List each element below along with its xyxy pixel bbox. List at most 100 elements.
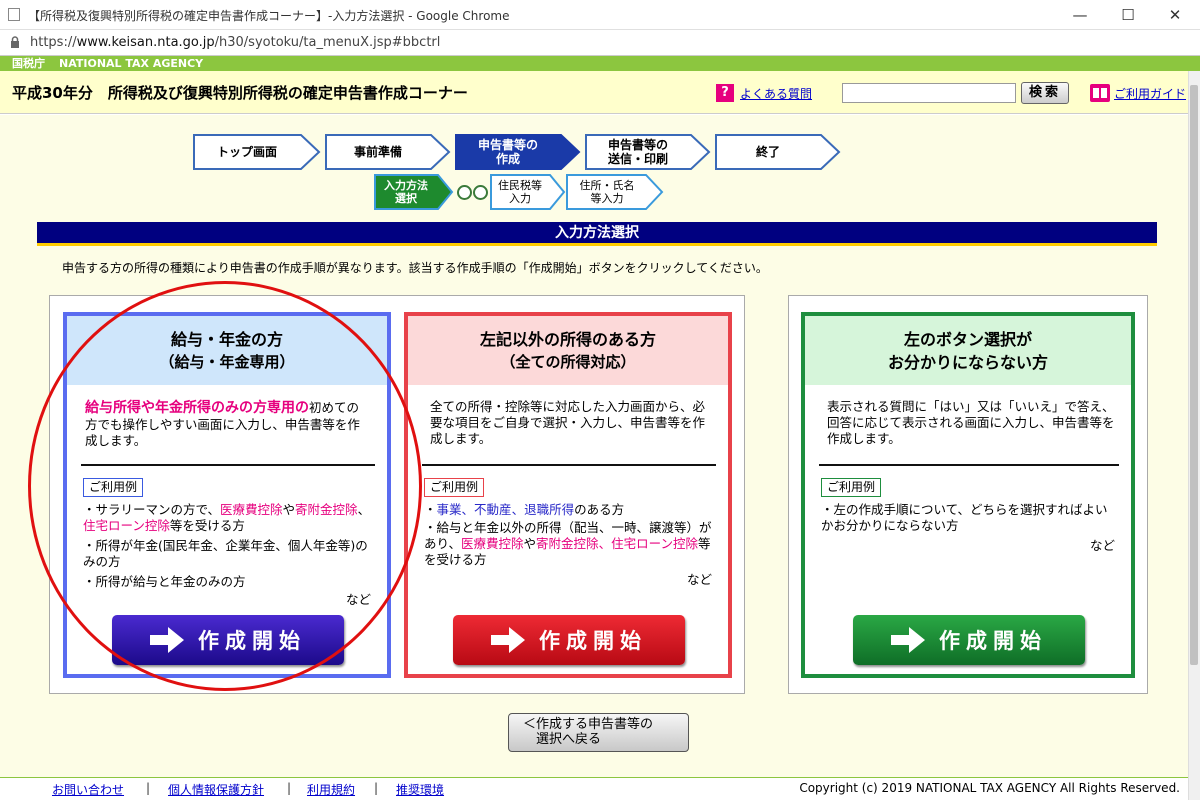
card-other-description: 全ての所得・控除等に対応した入力画面から、必要な項目をご自身で選択・入力し、申告… [430, 399, 706, 446]
faq-link[interactable]: よくある質問 [740, 85, 812, 102]
retirement-income-text: 退職所得 [524, 502, 575, 517]
step-preparation-label: 事前準備 [353, 145, 402, 159]
usage-example-tag: ご利用例 [83, 478, 144, 497]
housing-loan-deduction-text: 住宅ローン控除 [83, 518, 170, 533]
card-salary-title: 給与・年金の方 [170, 329, 283, 349]
card-salary-desc-highlight: 給与所得や年金所得のみの方専用の [85, 400, 309, 416]
step-create-label: 申告書等の 作成 [477, 138, 538, 166]
address-bar[interactable]: https://www.keisan.nta.go.jp/h30/syotoku… [0, 30, 1200, 56]
lock-icon [11, 36, 19, 48]
bullet-text: 等を受ける方 [169, 518, 245, 533]
step-finish: 終了 [715, 134, 841, 170]
terms-link[interactable]: 利用規約 [307, 781, 355, 798]
card-other-title: 左記以外の所得のある方 [479, 329, 656, 349]
agency-bar: 国税庁 NATIONAL TAX AGENCY [0, 56, 1200, 71]
step-finish-label: 終了 [755, 145, 780, 159]
bullet-text: 、 [357, 502, 371, 517]
card-salary-example-3: ・所得が給与と年金のみの方 [83, 574, 246, 589]
contact-link[interactable]: お問い合わせ [52, 781, 124, 798]
step-preparation[interactable]: 事前準備 [325, 134, 451, 170]
card-salary-example-1: ・サラリーマンの方で、医療費控除や寄附金控除、住宅ローン控除等を受ける方 [83, 502, 375, 534]
instruction-text: 申告する方の所得の種類により申告書の作成手順が異なります。該当する作成手順の「作… [62, 261, 768, 275]
card-other-income: 左記以外の所得のある方 （全ての所得対応） 全ての所得・控除等に対応した入力画面… [404, 312, 732, 678]
card-unsure-etc: など [1089, 538, 1115, 553]
user-guide-link[interactable]: ご利用ガイド [1114, 85, 1186, 102]
medical-deduction-text: 医療費控除 [461, 536, 524, 551]
bullet-text: ・サラリーマンの方で、 [83, 502, 221, 517]
card-salary-header: 給与・年金の方 （給与・年金専用） [67, 316, 387, 385]
bullet-text: のある方 [574, 502, 625, 517]
card-unsure-title-2: お分かりにならない方 [887, 352, 1048, 372]
substep-resident-tax: 住民税等 入力 [490, 174, 566, 210]
start-button-unsure[interactable]: 作成開始 [853, 615, 1085, 665]
start-button-salary[interactable]: 作成開始 [112, 615, 344, 665]
usage-example-tag: ご利用例 [424, 478, 485, 497]
bullet-text: 、 [461, 502, 475, 517]
search-input[interactable] [842, 83, 1016, 103]
step-top[interactable]: トップ画面 [193, 134, 321, 170]
card-other-subtitle: （全ての所得対応） [500, 352, 636, 371]
minimize-button[interactable]: — [1065, 4, 1095, 26]
medical-deduction-text: 医療費控除 [220, 502, 283, 517]
copyright-text: Copyright (c) 2019 NATIONAL TAX AGENCY A… [799, 781, 1180, 795]
step-send-print: 申告書等の 送信・印刷 [585, 134, 711, 170]
bullet-text: 、 [511, 502, 525, 517]
back-button[interactable]: ＜作成する申告書等の 選択へ戻る [508, 713, 689, 752]
start-button-label: 作成開始 [539, 629, 647, 653]
bullet-text: や [523, 536, 537, 551]
footer-separator: | [287, 781, 292, 795]
card-other-example-1: ・事業、不動産、退職所得のある方 [424, 502, 716, 518]
close-button[interactable]: ✕ [1160, 4, 1190, 26]
arrow-right-icon [891, 627, 925, 653]
arrow-right-icon [150, 627, 184, 653]
recommended-env-link[interactable]: 推奨環境 [396, 781, 444, 798]
substep-circle-icon [457, 185, 472, 200]
start-button-label: 作成開始 [939, 629, 1047, 653]
divider [819, 464, 1119, 466]
agency-name-en: NATIONAL TAX AGENCY [59, 57, 204, 70]
bullet-text: や [282, 502, 296, 517]
question-icon: ? [716, 84, 734, 102]
start-button-other[interactable]: 作成開始 [453, 615, 685, 665]
footer-separator: | [146, 781, 151, 795]
housing-loan-deduction-text: 住宅ローン控除 [611, 536, 698, 551]
bullet-text: 、 [598, 536, 612, 551]
substep-address: 住所・氏名 等入力 [566, 174, 664, 210]
card-unsure-title-1: 左のボタン選択が [903, 329, 1032, 349]
substep-input-method: 入力方法 選択 [374, 174, 454, 210]
card-salary-description: 給与所得や年金所得のみの方専用の初めての方でも操作しやすい画面に入力し、申告書等… [85, 399, 367, 449]
business-income-text: 事業 [436, 502, 462, 517]
usage-example-tag: ご利用例 [821, 478, 882, 497]
divider [422, 464, 716, 466]
book-icon [1090, 84, 1110, 102]
donation-deduction-text: 寄附金控除 [536, 536, 599, 551]
page-title: 平成30年分 所得税及び復興特別所得税の確定申告書作成コーナー [12, 84, 468, 102]
card-salary-subtitle: （給与・年金専用） [159, 352, 295, 371]
card-other-header: 左記以外の所得のある方 （全ての所得対応） [408, 316, 728, 385]
card-salary-etc: など [345, 592, 371, 607]
scrollbar-thumb[interactable] [1190, 85, 1198, 665]
card-salary-example-2: ・所得が年金(国民年金、企業年金、個人年金等)のみの方 [83, 538, 368, 569]
url-scheme: https:// [30, 35, 77, 50]
start-button-label: 作成開始 [198, 629, 306, 653]
privacy-policy-link[interactable]: 個人情報保護方針 [168, 781, 264, 798]
step-create: 申告書等の 作成 [455, 134, 581, 170]
substep-input-method-label: 入力方法 選択 [384, 179, 428, 205]
donation-deduction-text: 寄附金控除 [295, 502, 358, 517]
divider [81, 464, 375, 466]
search-button[interactable]: 検索 [1021, 82, 1069, 104]
card-salary-pension: 給与・年金の方 （給与・年金専用） 給与所得や年金所得のみの方専用の初めての方で… [63, 312, 391, 678]
bullet-text: ・ [424, 502, 437, 517]
substep-address-label: 住所・氏名 等入力 [579, 179, 635, 205]
card-unsure-header: 左のボタン選択が お分かりにならない方 [805, 316, 1131, 385]
card-unsure-example-1: ・左の作成手順について、どちらを選択すればよいかお分かりにならない方 [821, 502, 1108, 533]
card-other-example-2: ・給与と年金以外の所得（配当、一時、譲渡等）があり、医療費控除や寄附金控除、住宅… [424, 520, 716, 568]
substep-circle-icon [473, 185, 488, 200]
url-path: /h30/syotoku/ta_menuX.jsp#bbctrl [214, 35, 441, 50]
step-send-print-label: 申告書等の 送信・印刷 [607, 138, 668, 166]
footer-separator: | [374, 781, 379, 795]
step-top-label: トップ画面 [216, 145, 277, 159]
window-titlebar: 【所得税及復興特別所得税の確定申告書作成コーナー】-入力方法選択 - Googl… [0, 0, 1200, 30]
maximize-button[interactable]: ☐ [1113, 4, 1143, 26]
real-estate-income-text: 不動産 [474, 502, 512, 517]
